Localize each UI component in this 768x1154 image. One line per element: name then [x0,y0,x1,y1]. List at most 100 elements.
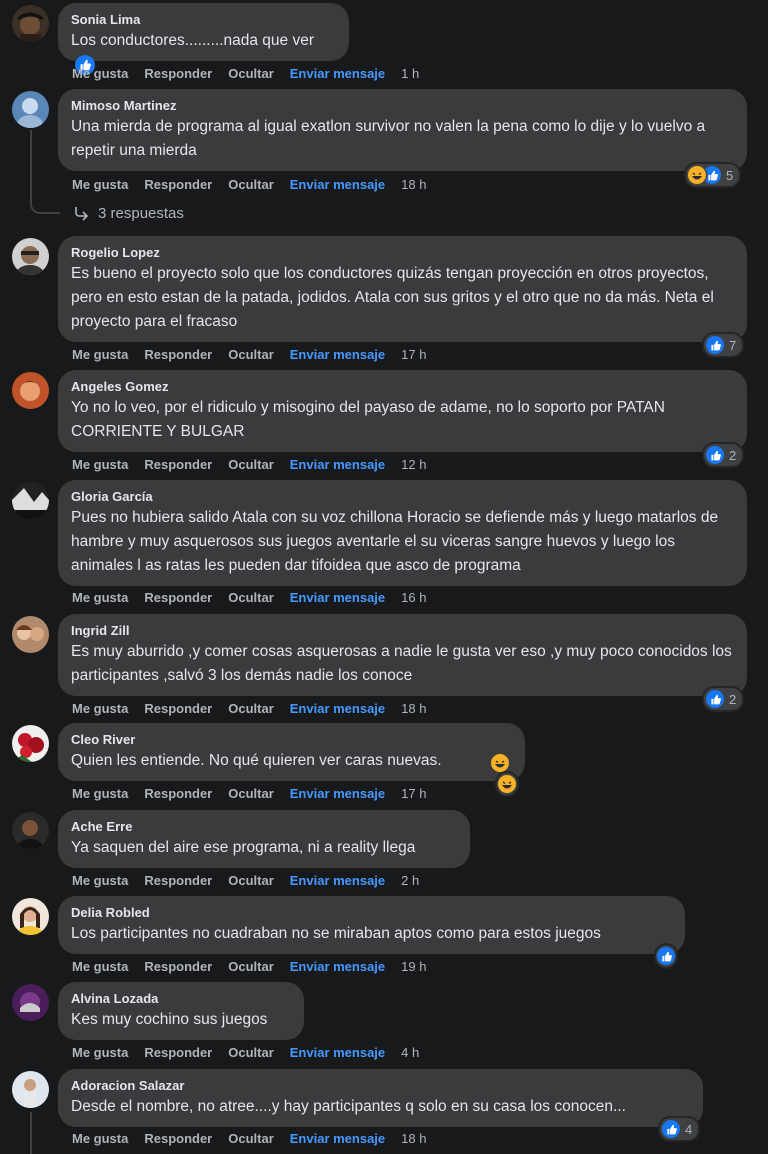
comment-author[interactable]: Angeles Gomez [71,378,734,396]
comment-bubble: Ingrid Zill Es muy aburrido ,y comer cos… [58,614,747,696]
hide-button[interactable]: Ocultar [228,590,274,605]
reaction-count: 5 [726,167,734,183]
send-message-button[interactable]: Enviar mensaje [290,873,385,888]
comment-time[interactable]: 2 h [401,873,419,888]
comment-actions: Me gusta Responder Ocultar Enviar mensaj… [72,590,442,605]
comment-time[interactable]: 17 h [401,786,426,801]
send-message-button[interactable]: Enviar mensaje [290,786,385,801]
comment-author[interactable]: Ingrid Zill [71,622,734,640]
like-button[interactable]: Me gusta [72,959,128,974]
hide-button[interactable]: Ocultar [228,66,274,81]
reply-button[interactable]: Responder [144,457,212,472]
view-replies-button[interactable]: 3 respuestas [72,204,184,222]
send-message-button[interactable]: Enviar mensaje [290,590,385,605]
comment-author[interactable]: Rogelio Lopez [71,244,734,262]
reaction-count: 2 [729,447,737,463]
like-button[interactable]: Me gusta [72,1131,128,1146]
comment-author[interactable]: Cleo River [71,731,512,749]
hide-button[interactable]: Ocultar [228,1045,274,1060]
like-button[interactable]: Me gusta [72,701,128,716]
reply-button[interactable]: Responder [144,786,212,801]
comment-time[interactable]: 16 h [401,590,426,605]
comment-time[interactable]: 18 h [401,177,426,192]
reaction-summary[interactable] [497,773,517,795]
like-button[interactable]: Me gusta [72,457,128,472]
hide-button[interactable]: Ocultar [228,701,274,716]
hide-button[interactable]: Ocultar [228,786,274,801]
comment-text: Kes muy cochino sus juegos [71,1011,268,1028]
comment-author[interactable]: Adoracion Salazar [71,1077,690,1095]
like-icon [706,690,724,708]
like-icon [706,336,724,354]
reaction-summary[interactable] [656,945,676,967]
avatar[interactable] [12,91,49,128]
comment-bubble: Gloria García Pues no hubiera salido Ata… [58,480,747,586]
reply-button[interactable]: Responder [144,1045,212,1060]
like-button[interactable]: Me gusta [72,66,128,81]
avatar[interactable] [12,238,49,275]
hide-button[interactable]: Ocultar [228,177,274,192]
haha-icon [688,166,706,184]
like-button[interactable]: Me gusta [72,590,128,605]
like-button[interactable]: Me gusta [72,177,128,192]
comment-time[interactable]: 19 h [401,959,426,974]
reply-button[interactable]: Responder [144,873,212,888]
avatar[interactable] [12,898,49,935]
reply-button[interactable]: Responder [144,701,212,716]
comment-actions: Me gusta Responder Ocultar Enviar mensaj… [72,347,442,362]
reply-button[interactable]: Responder [144,66,212,81]
reply-button[interactable]: Responder [144,590,212,605]
comment-time[interactable]: 18 h [401,701,426,716]
hide-button[interactable]: Ocultar [228,457,274,472]
comment-time[interactable]: 12 h [401,457,426,472]
comment-text: Una mierda de programa al igual exatlon … [71,118,706,159]
avatar[interactable] [12,984,49,1021]
comment-author[interactable]: Delia Robled [71,904,672,922]
send-message-button[interactable]: Enviar mensaje [290,457,385,472]
like-button[interactable]: Me gusta [72,786,128,801]
reply-button[interactable]: Responder [144,347,212,362]
like-button[interactable]: Me gusta [72,1045,128,1060]
reaction-summary[interactable]: 2 [704,444,743,466]
avatar[interactable] [12,1071,49,1108]
send-message-button[interactable]: Enviar mensaje [290,347,385,362]
reaction-summary[interactable]: 2 [704,688,743,710]
comment-author[interactable]: Alvina Lozada [71,990,291,1008]
avatar[interactable] [12,616,49,653]
comment-author[interactable]: Gloria García [71,488,734,506]
send-message-button[interactable]: Enviar mensaje [290,701,385,716]
comment-bubble: Angeles Gomez Yo no lo veo, por el ridic… [58,370,747,452]
send-message-button[interactable]: Enviar mensaje [290,66,385,81]
comment-author[interactable]: Ache Erre [71,818,457,836]
comment-bubble: Delia Robled Los participantes no cuadra… [58,896,685,954]
comment-time[interactable]: 4 h [401,1045,419,1060]
comment-author[interactable]: Mimoso Martinez [71,97,734,115]
comment-time[interactable]: 17 h [401,347,426,362]
avatar[interactable] [12,372,49,409]
comment-time[interactable]: 1 h [401,66,419,81]
like-icon [657,947,675,965]
reply-button[interactable]: Responder [144,959,212,974]
avatar[interactable] [12,482,49,519]
avatar[interactable] [12,812,49,849]
avatar[interactable] [12,725,49,762]
reply-button[interactable]: Responder [144,177,212,192]
reaction-summary[interactable]: 4 [660,1118,699,1140]
like-button[interactable]: Me gusta [72,873,128,888]
like-button[interactable]: Me gusta [72,347,128,362]
reply-button[interactable]: Responder [144,1131,212,1146]
hide-button[interactable]: Ocultar [228,1131,274,1146]
send-message-button[interactable]: Enviar mensaje [290,1045,385,1060]
send-message-button[interactable]: Enviar mensaje [290,959,385,974]
send-message-button[interactable]: Enviar mensaje [290,177,385,192]
avatar[interactable] [12,5,49,42]
reaction-summary[interactable]: 5 [686,164,740,186]
send-message-button[interactable]: Enviar mensaje [290,1131,385,1146]
hide-button[interactable]: Ocultar [228,347,274,362]
hide-button[interactable]: Ocultar [228,873,274,888]
comment-time[interactable]: 18 h [401,1131,426,1146]
comment-author[interactable]: Sonia Lima [71,11,336,29]
comment-bubble: Mimoso Martinez Una mierda de programa a… [58,89,747,171]
hide-button[interactable]: Ocultar [228,959,274,974]
reaction-summary[interactable]: 7 [704,334,743,356]
